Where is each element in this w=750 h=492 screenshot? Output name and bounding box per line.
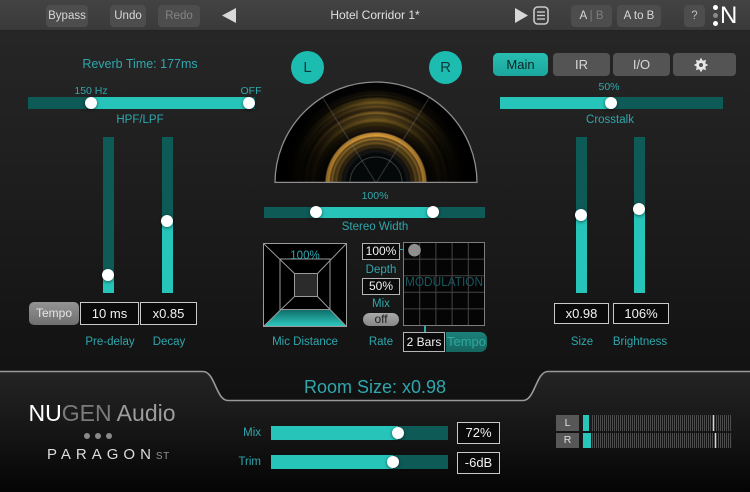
svg-text:MODULATION: MODULATION — [405, 275, 483, 289]
